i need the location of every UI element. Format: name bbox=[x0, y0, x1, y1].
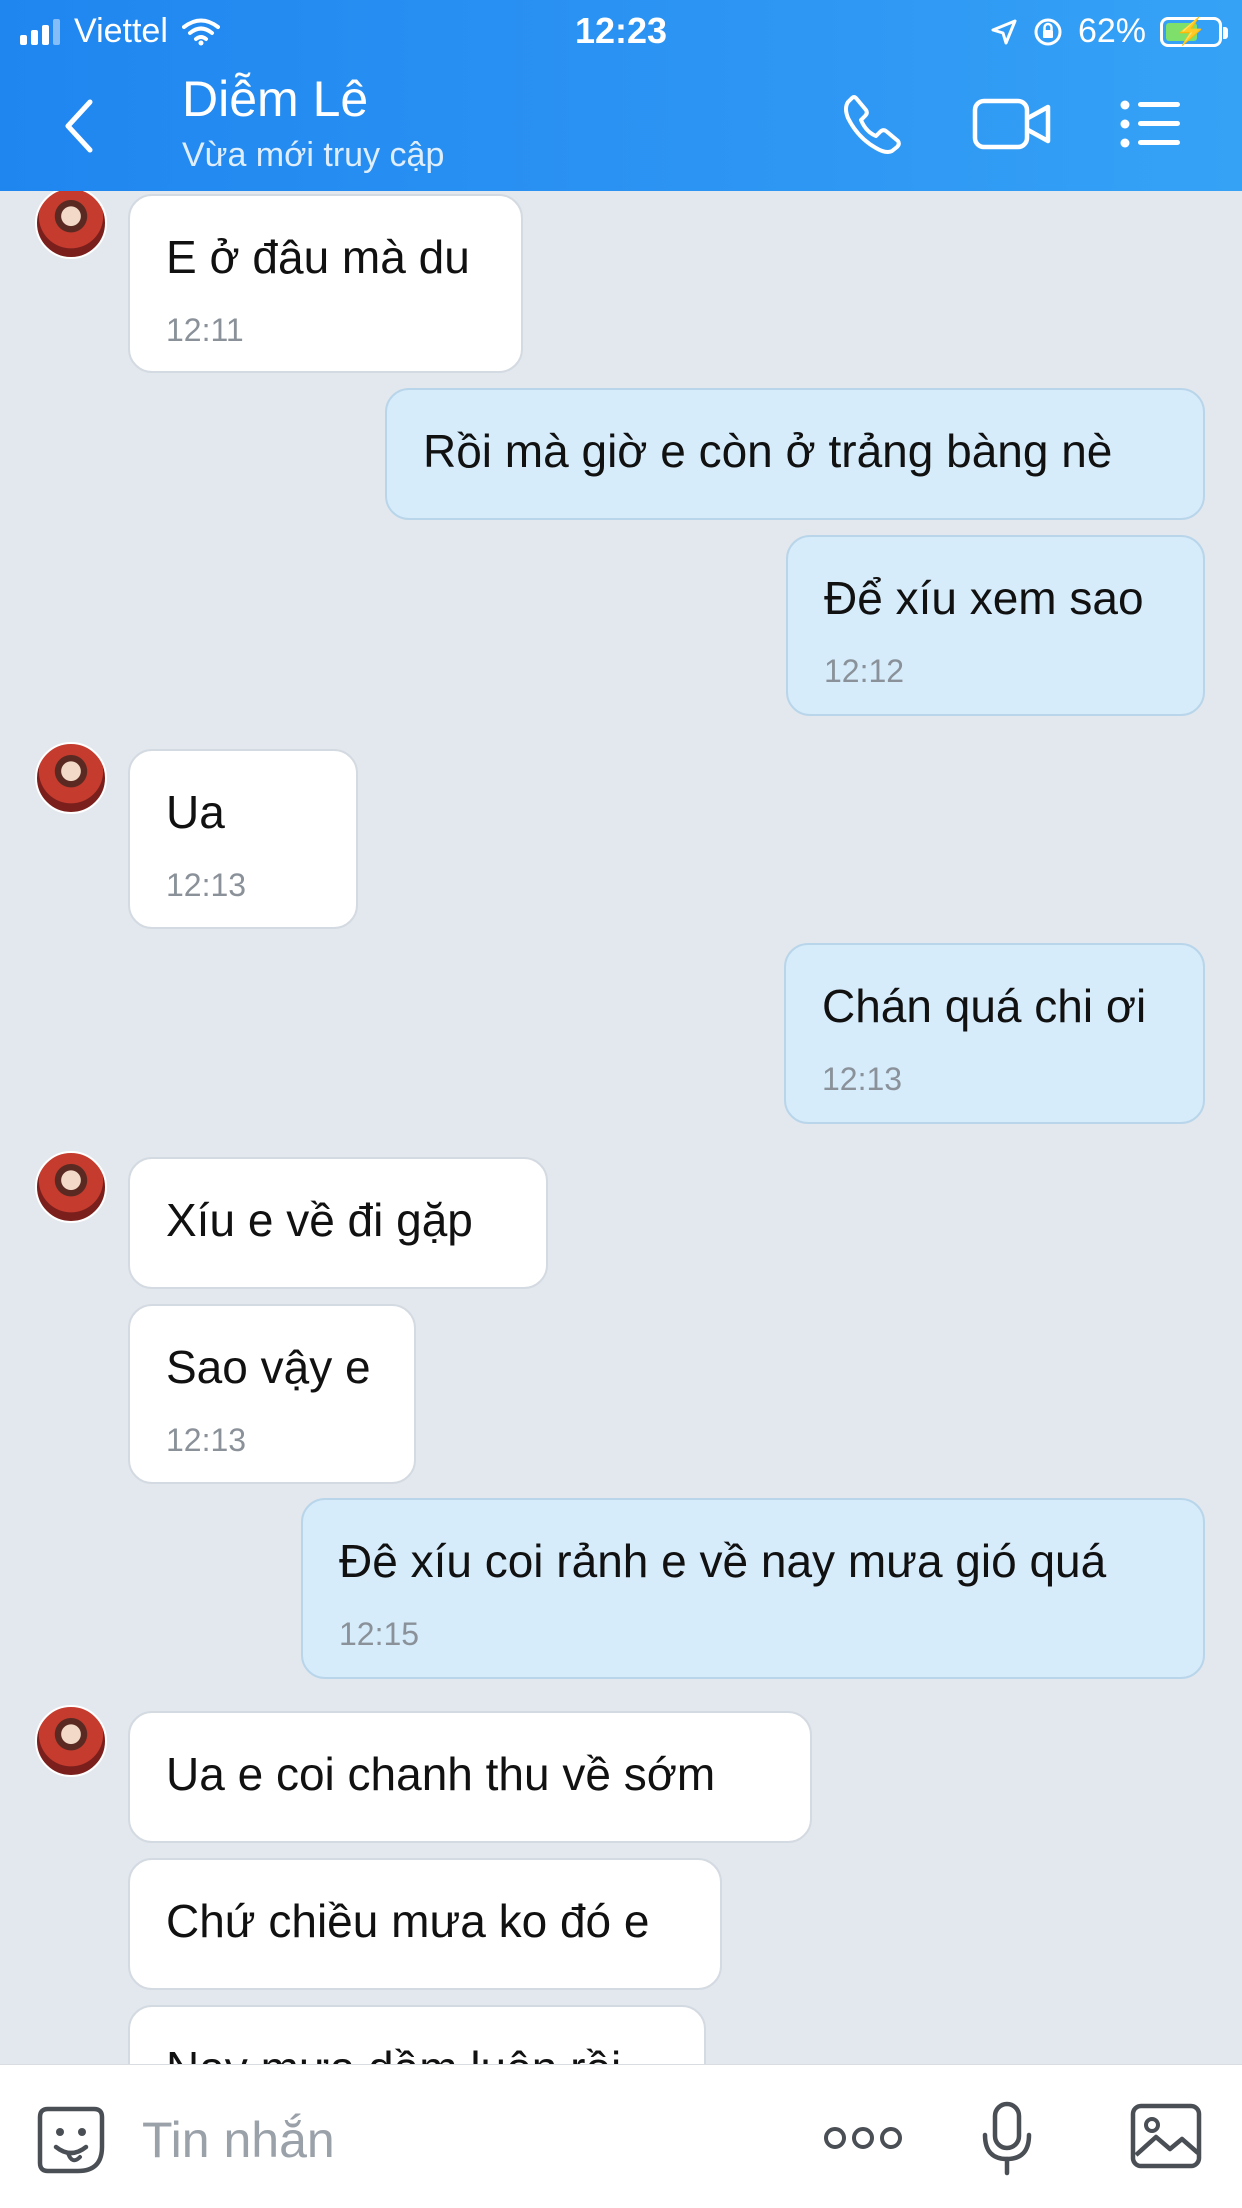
message-bubble[interactable]: E ở đâu mà du 12:11 bbox=[128, 194, 523, 373]
message-text: Xíu e về đi gặp bbox=[166, 1194, 473, 1246]
menu-icon[interactable] bbox=[1120, 100, 1182, 148]
more-icon[interactable] bbox=[822, 2125, 904, 2151]
message-text: Ua bbox=[166, 786, 225, 838]
contact-avatar[interactable] bbox=[35, 1151, 107, 1223]
message-bubble[interactable]: Nay mưa dầm luôn rồi bbox=[128, 2005, 706, 2064]
message-bubble[interactable]: Chán quá chi ơi 12:13 bbox=[784, 943, 1205, 1124]
message-time: 12:11 bbox=[166, 312, 244, 348]
message-time: 12:13 bbox=[166, 867, 247, 903]
battery-icon: ⚡ bbox=[1160, 16, 1228, 47]
message-time: 12:15 bbox=[339, 1616, 420, 1652]
message-bubble[interactable]: Để xíu xem sao 12:12 bbox=[786, 535, 1205, 716]
contact-status: Vừa mới truy cập bbox=[182, 136, 445, 174]
sticker-icon[interactable] bbox=[36, 2105, 106, 2175]
message-time: 12:13 bbox=[166, 1422, 247, 1458]
message-input[interactable]: Tin nhắn bbox=[142, 2111, 335, 2169]
contact-avatar[interactable] bbox=[35, 191, 107, 259]
contact-avatar[interactable] bbox=[35, 742, 107, 814]
message-bubble[interactable]: Ua 12:13 bbox=[128, 749, 358, 929]
phone-icon[interactable] bbox=[842, 92, 904, 154]
orientation-lock-icon bbox=[1034, 18, 1062, 45]
microphone-icon[interactable] bbox=[980, 2101, 1034, 2177]
message-bubble[interactable]: Chứ chiều mưa ko đó e bbox=[128, 1858, 722, 1990]
message-list[interactable]: E ở đâu mà du 12:11 Rồi mà giờ e còn ở t… bbox=[0, 191, 1242, 2064]
message-bubble[interactable]: Ua e coi chanh thu về sớm bbox=[128, 1711, 812, 1843]
message-text: E ở đâu mà du bbox=[166, 231, 470, 283]
message-bubble[interactable]: Rồi mà giờ e còn ở trảng bàng nè bbox=[385, 388, 1205, 520]
message-bubble[interactable]: Đê xíu coi rảnh e về nay mưa gió quá 12:… bbox=[301, 1498, 1205, 1679]
message-text: Để xíu xem sao bbox=[824, 572, 1144, 624]
message-bubble[interactable]: Sao vậy e 12:13 bbox=[128, 1304, 416, 1484]
message-text: Nay mưa dầm luôn rồi bbox=[166, 2041, 621, 2064]
message-text: Sao vậy e bbox=[166, 1341, 371, 1393]
message-text: Chứ chiều mưa ko đó e bbox=[166, 1895, 650, 1947]
video-call-icon[interactable] bbox=[972, 98, 1052, 150]
message-text: Ua e coi chanh thu về sớm bbox=[166, 1748, 716, 1800]
message-text: Rồi mà giờ e còn ở trảng bàng nè bbox=[423, 425, 1113, 477]
battery-percent: 62% bbox=[1077, 12, 1146, 50]
image-icon[interactable] bbox=[1130, 2103, 1202, 2169]
status-bar: Viettel 12:23 62% ⚡ bbox=[0, 0, 1242, 64]
back-icon[interactable] bbox=[60, 96, 100, 156]
message-bubble[interactable]: Xíu e về đi gặp bbox=[128, 1157, 548, 1289]
location-icon bbox=[991, 19, 1017, 44]
contact-avatar[interactable] bbox=[35, 1705, 107, 1777]
message-input-bar: Tin nhắn bbox=[0, 2064, 1242, 2208]
message-time: 12:12 bbox=[824, 653, 905, 689]
chat-header: Viettel 12:23 62% ⚡ Diễm Lê Vừa mới truy… bbox=[0, 0, 1242, 191]
message-time: 12:13 bbox=[822, 1061, 903, 1097]
message-text: Chán quá chi ơi bbox=[822, 980, 1147, 1032]
message-text: Đê xíu coi rảnh e về nay mưa gió quá bbox=[339, 1535, 1107, 1587]
contact-name[interactable]: Diễm Lê bbox=[182, 70, 368, 128]
